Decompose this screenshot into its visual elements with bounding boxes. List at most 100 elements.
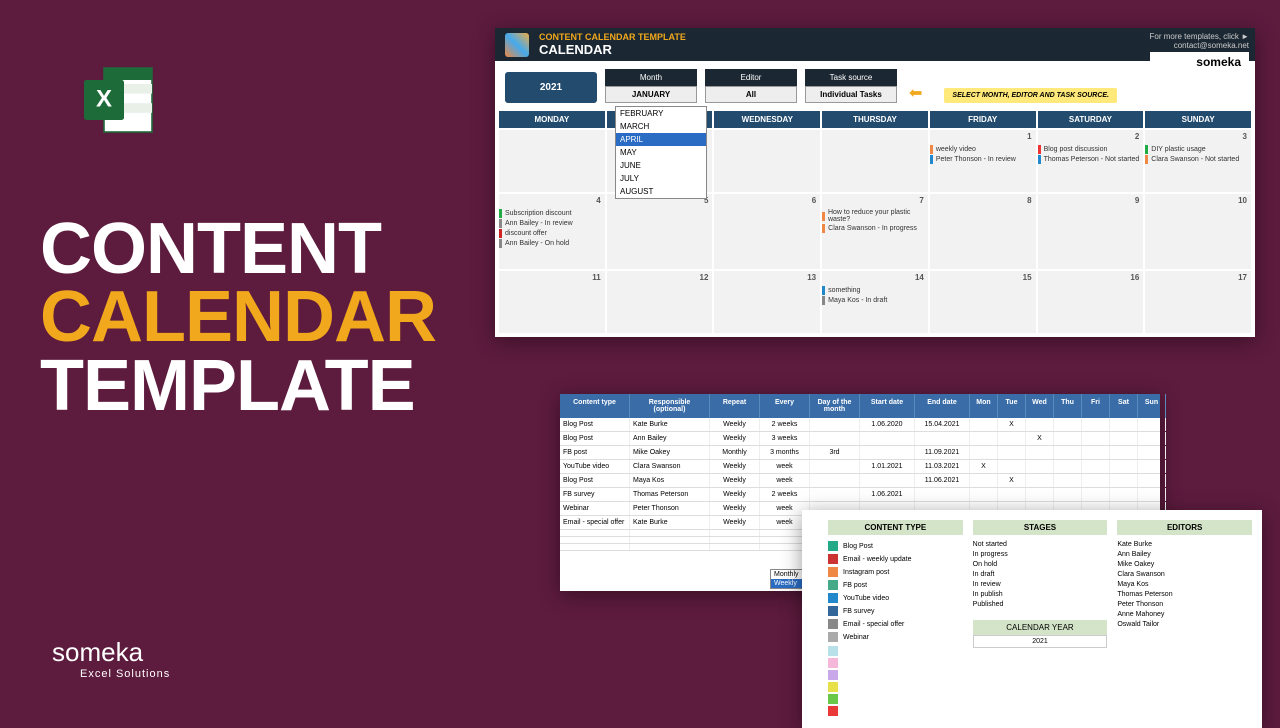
editor-item: Anne Mahoney	[1117, 611, 1252, 618]
calendar-panel: CONTENT CALENDAR TEMPLATE CALENDAR For m…	[495, 28, 1255, 337]
stage-item: In review	[973, 581, 1108, 588]
hint-banner: SELECT MONTH, EDITOR AND TASK SOURCE.	[944, 88, 1117, 103]
table-header: Start date	[860, 394, 915, 418]
brand-logo: someka Excel Solutions	[52, 637, 170, 680]
someka-link[interactable]: someka	[1150, 52, 1250, 72]
content-type-item: Email - special offer	[828, 619, 963, 629]
month-option[interactable]: JULY	[616, 172, 706, 185]
content-type-item: YouTube video	[828, 593, 963, 603]
day-header: THURSDAY	[822, 111, 928, 128]
table-header: Thu	[1054, 394, 1082, 418]
calendar-cell[interactable]: 16	[1038, 271, 1144, 333]
stage-item: Published	[973, 601, 1108, 608]
editor-item: Thomas Peterson	[1117, 591, 1252, 598]
editor-item: Clara Swanson	[1117, 571, 1252, 578]
editor-item: Peter Thonson	[1117, 601, 1252, 608]
calendar-cell[interactable]: 5	[607, 194, 713, 269]
table-header: Mon	[970, 394, 998, 418]
color-swatch	[828, 670, 838, 680]
source-dropdown[interactable]: Individual Tasks	[805, 86, 897, 103]
editor-item: Kate Burke	[1117, 541, 1252, 548]
table-header: Wed	[1026, 394, 1054, 418]
table-header: End date	[915, 394, 970, 418]
color-swatch	[828, 694, 838, 704]
year-selector[interactable]: 2021	[505, 72, 597, 103]
stage-item: In draft	[973, 571, 1108, 578]
calendar-cell[interactable]: 8	[930, 194, 1036, 269]
editor-item: Mike Oakey	[1117, 561, 1252, 568]
color-swatch	[828, 658, 838, 668]
table-header: Tue	[998, 394, 1026, 418]
calendar-cell[interactable]	[499, 130, 605, 192]
stage-item: Not started	[973, 541, 1108, 548]
content-type-item: FB post	[828, 580, 963, 590]
calendar-cell[interactable]: 13	[714, 271, 820, 333]
content-type-item: Email - weekly update	[828, 554, 963, 564]
table-row[interactable]: FB surveyThomas PetersonWeekly2 weeks1.0…	[560, 488, 1160, 502]
month-dropdown[interactable]: JANUARY	[605, 86, 697, 103]
table-header: Fri	[1082, 394, 1110, 418]
calendar-cell[interactable]: 6	[714, 194, 820, 269]
table-row[interactable]: Blog PostKate BurkeWeekly2 weeks1.06.202…	[560, 418, 1160, 432]
calendar-year-input[interactable]: 2021	[973, 635, 1108, 648]
month-option[interactable]: MARCH	[616, 120, 706, 133]
stage-item: In publish	[973, 591, 1108, 598]
calendar-cell[interactable]: 2Blog post discussionThomas Peterson - N…	[1038, 130, 1144, 192]
editor-item: Maya Kos	[1117, 581, 1252, 588]
month-option[interactable]: FEBRUARY	[616, 107, 706, 120]
month-dropdown-list[interactable]: FEBRUARYMARCHAPRILMAYJUNEJULYAUGUST	[615, 106, 707, 199]
day-header: FRIDAY	[930, 111, 1036, 128]
calendar-cell[interactable]: 15	[930, 271, 1036, 333]
calendar-cell[interactable]: 17	[1145, 271, 1251, 333]
day-header: SATURDAY	[1038, 111, 1144, 128]
calendar-cell[interactable]: 14somethingMaya Kos - In draft	[822, 271, 928, 333]
month-option[interactable]: APRIL	[616, 133, 706, 146]
table-row[interactable]: Blog PostMaya KosWeeklyweek11.06.2021X	[560, 474, 1160, 488]
table-header: Day of the month	[810, 394, 860, 418]
app-logo-icon	[505, 33, 529, 57]
table-header: Sat	[1110, 394, 1138, 418]
stage-item: In progress	[973, 551, 1108, 558]
color-swatch	[828, 682, 838, 692]
month-option[interactable]: MAY	[616, 146, 706, 159]
calendar-cell[interactable]	[822, 130, 928, 192]
day-header: SUNDAY	[1145, 111, 1251, 128]
svg-text:X: X	[96, 85, 112, 112]
editor-dropdown[interactable]: All	[705, 86, 797, 103]
day-header: MONDAY	[499, 111, 605, 128]
table-row[interactable]: FB postMike OakeyMonthly3 months3rd11.09…	[560, 446, 1160, 460]
table-row[interactable]: YouTube videoClara SwansonWeeklyweek1.01…	[560, 460, 1160, 474]
content-type-item: FB survey	[828, 606, 963, 616]
table-row[interactable]: Blog PostAnn BaileyWeekly3 weeksX	[560, 432, 1160, 446]
excel-icon: X	[80, 60, 160, 140]
editor-item: Oswald Tailor	[1117, 621, 1252, 628]
settings-panel: CONTENT TYPE Blog PostEmail - weekly upd…	[802, 510, 1262, 728]
color-swatch	[828, 706, 838, 716]
table-header: Content type	[560, 394, 630, 418]
table-header: Every	[760, 394, 810, 418]
color-swatch	[828, 646, 838, 656]
content-type-item: Blog Post	[828, 541, 963, 551]
calendar-cell[interactable]: 1weekly videoPeter Thonson - In review	[930, 130, 1036, 192]
month-option[interactable]: JUNE	[616, 159, 706, 172]
content-type-item: Webinar	[828, 632, 963, 642]
stage-item: On hold	[973, 561, 1108, 568]
calendar-header: CONTENT CALENDAR TEMPLATE CALENDAR For m…	[495, 28, 1255, 61]
calendar-cell[interactable]: 11	[499, 271, 605, 333]
table-header: Repeat	[710, 394, 760, 418]
table-header: Responsible (optional)	[630, 394, 710, 418]
main-title: CONTENT CALENDAR TEMPLATE	[40, 215, 436, 420]
editor-item: Ann Bailey	[1117, 551, 1252, 558]
calendar-cell[interactable]: 3DIY plastic usageClara Swanson - Not st…	[1145, 130, 1251, 192]
table-header: Sun	[1138, 394, 1166, 418]
content-type-item: Instagram post	[828, 567, 963, 577]
calendar-cell[interactable]: 7How to reduce your plastic waste?Clara …	[822, 194, 928, 269]
calendar-cell[interactable]: 12	[607, 271, 713, 333]
calendar-cell[interactable]: 9	[1038, 194, 1144, 269]
calendar-cell[interactable]: 4Subscription discountAnn Bailey - In re…	[499, 194, 605, 269]
day-header: WEDNESDAY	[714, 111, 820, 128]
calendar-cell[interactable]	[714, 130, 820, 192]
month-option[interactable]: AUGUST	[616, 185, 706, 198]
calendar-cell[interactable]: 10	[1145, 194, 1251, 269]
arrow-left-icon: ⬅	[909, 83, 922, 103]
